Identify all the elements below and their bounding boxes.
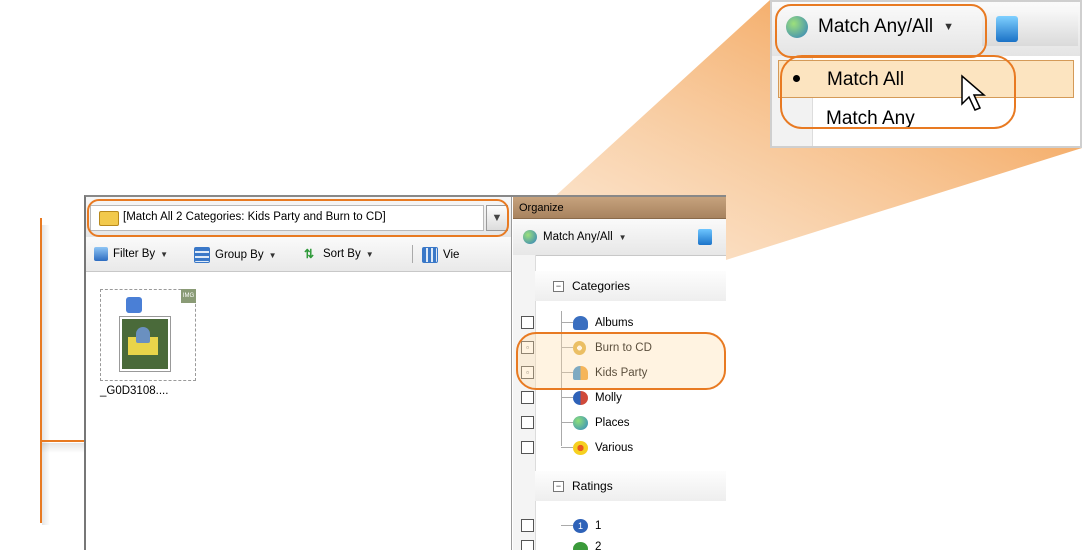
- photo-content: [136, 327, 150, 343]
- file-type-icon: IMG: [181, 289, 196, 303]
- rating-checkbox[interactable]: [521, 519, 534, 532]
- rating-1-icon: 1: [573, 518, 588, 533]
- view-label: Vie: [443, 249, 460, 261]
- sort-by-button[interactable]: ⇅ Sort By ▼: [304, 247, 374, 261]
- browser-pane: [Match All 2 Categories: Kids Party and …: [86, 197, 512, 550]
- collapse-icon: −: [553, 280, 564, 292]
- view-button[interactable]: Vie: [422, 247, 459, 263]
- mouse-cursor-icon: [961, 74, 987, 111]
- globe-icon: [523, 230, 537, 244]
- globe-icon: [573, 415, 588, 430]
- rating-row-1[interactable]: 1 1: [513, 513, 726, 538]
- zoom-new-tag-button[interactable]: [982, 12, 1078, 46]
- tag-icon: [698, 229, 712, 245]
- ratings-header-label: Ratings: [572, 479, 613, 493]
- tag-icon: [996, 16, 1018, 42]
- organize-toolbar: Match Any/All ▼: [513, 219, 726, 256]
- tree-line: [561, 525, 573, 526]
- photo-image: [120, 317, 170, 371]
- category-row-places[interactable]: Places: [513, 410, 726, 435]
- category-label: Molly: [595, 391, 622, 404]
- rating-label: 2: [595, 541, 602, 550]
- tree-line: [561, 447, 573, 448]
- chevron-down-icon: ▼: [160, 249, 169, 259]
- categories-header[interactable]: − Categories: [535, 271, 726, 301]
- group-by-label: Group By: [215, 249, 264, 261]
- group-icon: [194, 247, 210, 263]
- collapse-icon: −: [553, 480, 564, 492]
- toolbar-divider: [412, 245, 413, 263]
- ratings-header[interactable]: − Ratings: [535, 471, 726, 501]
- sort-by-label: Sort By: [323, 248, 361, 260]
- rating-checkbox[interactable]: [521, 540, 534, 550]
- chevron-down-icon: ▼: [365, 249, 374, 259]
- category-row-various[interactable]: Various: [513, 435, 726, 460]
- category-checkbox[interactable]: [521, 416, 534, 429]
- tag-badge-icon: [126, 297, 142, 313]
- group-by-button[interactable]: Group By ▼: [194, 247, 277, 263]
- tree-line: [561, 397, 573, 398]
- category-label: Various: [595, 441, 634, 454]
- category-label: Albums: [595, 316, 634, 329]
- address-highlight-ring: [87, 199, 509, 237]
- category-checkbox[interactable]: [521, 391, 534, 404]
- match-any-all-button[interactable]: Match Any/All ▼: [523, 230, 627, 244]
- filter-by-button[interactable]: Filter By ▼: [94, 247, 168, 261]
- callout-shadow: [42, 225, 50, 525]
- flower-icon: [573, 440, 588, 455]
- category-checkbox[interactable]: [521, 441, 534, 454]
- chevron-down-icon: ▼: [618, 232, 627, 242]
- filter-icon: [94, 247, 108, 261]
- rating-row-2[interactable]: 2: [513, 537, 726, 550]
- organize-title: Organize: [513, 197, 726, 219]
- album-icon: [573, 315, 588, 330]
- thumbnail-filename: _G0D3108....: [100, 385, 169, 397]
- new-tag-button[interactable]: [698, 229, 712, 250]
- categories-header-label: Categories: [572, 279, 631, 293]
- sort-arrows-icon: ⇅: [304, 247, 315, 261]
- person-icon: [573, 390, 588, 405]
- rating-2-icon: [573, 542, 588, 550]
- rating-label: 1: [595, 519, 602, 532]
- chevron-down-icon: ▼: [268, 250, 277, 260]
- category-checkbox[interactable]: [521, 316, 534, 329]
- match-any-all-label: Match Any/All: [543, 231, 613, 243]
- filter-by-label: Filter By: [113, 248, 156, 260]
- view-icon: [422, 247, 438, 263]
- category-label: Places: [595, 416, 630, 429]
- selected-categories-highlight-ring: [516, 332, 726, 390]
- toolbar: Filter By ▼ Group By ▼ ⇅ Sort By ▼ Vie: [86, 237, 511, 272]
- zoom-button-highlight-ring: [775, 4, 987, 58]
- callout-line: [40, 218, 42, 523]
- tree-line: [561, 322, 573, 323]
- tree-line: [561, 422, 573, 423]
